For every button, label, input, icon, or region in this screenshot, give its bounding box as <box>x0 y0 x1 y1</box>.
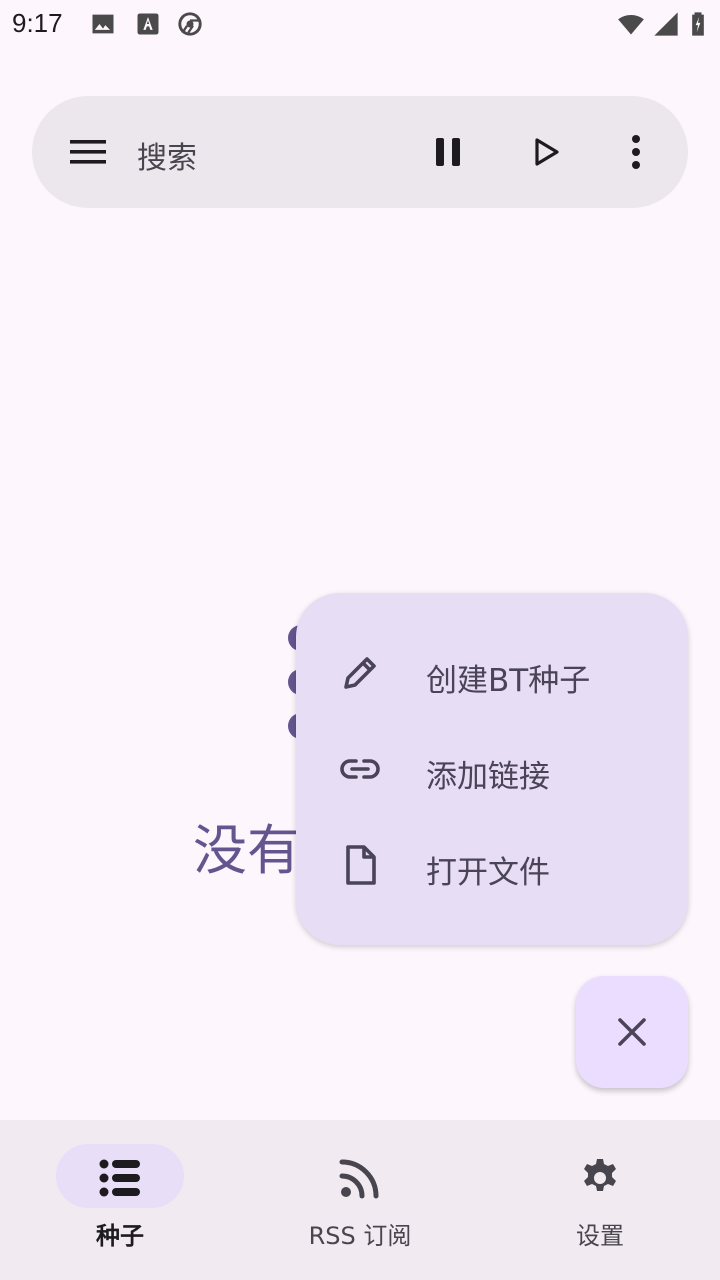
pause-icon[interactable] <box>430 134 466 170</box>
add-link-menu-item[interactable]: 添加链接 <box>296 721 688 817</box>
empty-state-text: 没有 <box>193 819 301 882</box>
nav-label-settings: 设置 <box>576 1222 624 1250</box>
status-time: 9:17 <box>12 8 63 38</box>
bottom-navigation: 种子 RSS 订阅 设置 <box>0 1120 720 1280</box>
gear-icon <box>584 1159 616 1191</box>
wifi-icon <box>618 14 644 35</box>
search-placeholder[interactable]: 搜索 <box>137 133 197 177</box>
create-torrent-menu-item[interactable]: 创建BT种子 <box>296 625 688 721</box>
nav-label-torrents: 种子 <box>96 1222 144 1250</box>
status-bar: 9:17 <box>0 0 720 48</box>
chrome-notification-icon <box>178 12 202 36</box>
battery-icon <box>692 12 704 36</box>
add-link-label: 添加链接 <box>426 759 550 795</box>
close-icon <box>618 1018 646 1046</box>
list-icon <box>99 1159 140 1197</box>
font-notification-icon <box>137 13 159 35</box>
file-icon <box>346 845 376 885</box>
fab-menu: 创建BT种子 添加链接 打开文件 <box>296 593 688 945</box>
nav-label-rss: RSS 订阅 <box>308 1222 412 1250</box>
close-fab-button[interactable] <box>576 976 688 1088</box>
nav-item-torrents[interactable]: 种子 <box>0 1120 240 1280</box>
create-torrent-label: 创建BT种子 <box>426 663 591 699</box>
more-vert-icon[interactable] <box>622 134 650 170</box>
nav-item-rss[interactable]: RSS 订阅 <box>240 1120 480 1280</box>
open-file-menu-item[interactable]: 打开文件 <box>296 817 688 913</box>
link-icon <box>340 759 380 779</box>
rss-icon <box>339 1159 379 1199</box>
nav-item-settings[interactable]: 设置 <box>480 1120 720 1280</box>
pencil-icon <box>344 657 376 689</box>
play-icon[interactable] <box>528 134 564 170</box>
menu-icon[interactable] <box>68 136 108 168</box>
signal-icon <box>654 12 678 36</box>
open-file-label: 打开文件 <box>426 855 550 891</box>
search-bar[interactable] <box>32 96 688 208</box>
image-notification-icon <box>92 14 114 34</box>
